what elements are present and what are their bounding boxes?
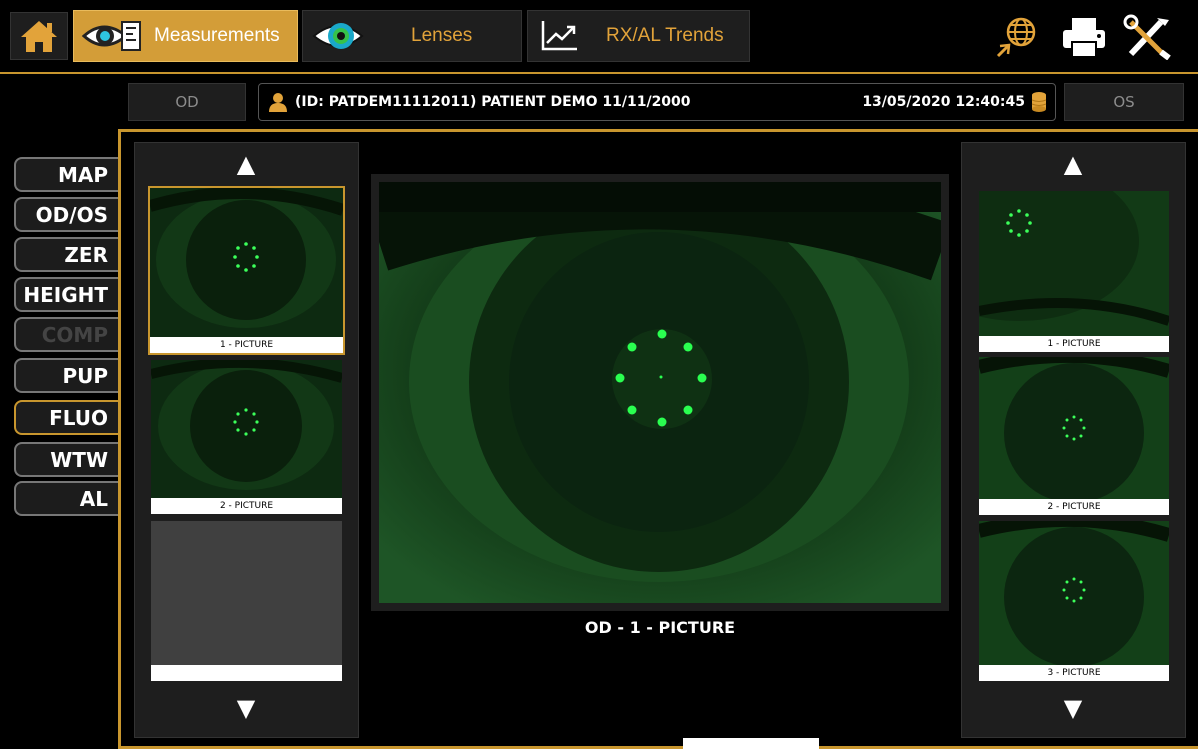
od-button[interactable]: OD xyxy=(128,83,246,121)
menu-od-os[interactable]: OD/OS xyxy=(14,197,118,232)
header-divider xyxy=(0,72,1198,74)
scroll-up-arrow-icon[interactable]: ▲ xyxy=(226,146,266,182)
thumbnail-caption: 3 - PICTURE xyxy=(979,665,1169,681)
user-icon xyxy=(269,93,287,112)
scroll-up-arrow-icon[interactable]: ▲ xyxy=(1053,146,1093,182)
menu-comp: COMP xyxy=(14,317,118,352)
lens-eye-icon xyxy=(303,16,373,56)
tab-lenses[interactable]: Lenses xyxy=(302,10,522,62)
patient-info-bar: (ID: PATDEM11112011) PATIENT DEMO 11/11/… xyxy=(258,83,1056,121)
thumbnail-caption: 1 - PICTURE xyxy=(150,337,343,353)
menu-height[interactable]: HEIGHT xyxy=(14,277,118,312)
home-button[interactable] xyxy=(10,12,68,60)
eye-ruler-icon xyxy=(74,16,154,56)
tab-label: Measurements xyxy=(154,25,280,46)
taskbar-popup xyxy=(683,738,819,749)
menu-pup[interactable]: PUP xyxy=(14,358,118,393)
exam-datetime: 13/05/2020 12:40:45 xyxy=(862,94,1025,110)
tools-icon[interactable] xyxy=(1121,14,1175,60)
left-thumbnail-1[interactable]: 1 - PICTURE xyxy=(148,186,345,355)
tab-measurements[interactable]: Measurements xyxy=(73,10,298,62)
menu-zer[interactable]: ZER xyxy=(14,237,118,272)
scroll-down-arrow-icon[interactable]: ▼ xyxy=(1053,690,1093,726)
menu-al[interactable]: AL xyxy=(14,481,118,516)
tab-label: Lenses xyxy=(411,25,473,46)
main-image-caption: OD - 1 - PICTURE xyxy=(584,618,736,637)
menu-fluo[interactable]: FLUO xyxy=(14,400,118,435)
right-thumbnail-3[interactable]: 3 - PICTURE xyxy=(979,521,1169,681)
main-eye-image[interactable] xyxy=(369,169,952,611)
printer-icon[interactable] xyxy=(1057,14,1111,60)
menu-wtw[interactable]: WTW xyxy=(14,442,118,477)
menu-map[interactable]: MAP xyxy=(14,157,118,192)
scroll-down-arrow-icon[interactable]: ▼ xyxy=(226,690,266,726)
database-icon[interactable] xyxy=(1031,91,1047,113)
home-icon xyxy=(21,21,57,52)
right-thumbnail-1[interactable]: 1 - PICTURE xyxy=(979,191,1169,352)
left-thumbnail-2[interactable]: 2 - PICTURE xyxy=(151,360,342,514)
thumbnail-caption: 2 - PICTURE xyxy=(979,499,1169,515)
thumbnail-caption: 2 - PICTURE xyxy=(151,498,342,514)
thumbnail-caption xyxy=(151,665,342,681)
left-thumbnail-empty[interactable] xyxy=(151,521,342,681)
tab-label: RX/AL Trends xyxy=(606,25,724,46)
globe-icon[interactable] xyxy=(990,14,1044,60)
tab-rx-al-trends[interactable]: RX/AL Trends xyxy=(527,10,750,62)
trend-chart-icon xyxy=(528,19,590,53)
right-thumbnail-2[interactable]: 2 - PICTURE xyxy=(979,357,1169,515)
thumbnail-caption: 1 - PICTURE xyxy=(979,336,1169,352)
os-button[interactable]: OS xyxy=(1064,83,1184,121)
patient-name: (ID: PATDEM11112011) PATIENT DEMO 11/11/… xyxy=(295,94,691,110)
